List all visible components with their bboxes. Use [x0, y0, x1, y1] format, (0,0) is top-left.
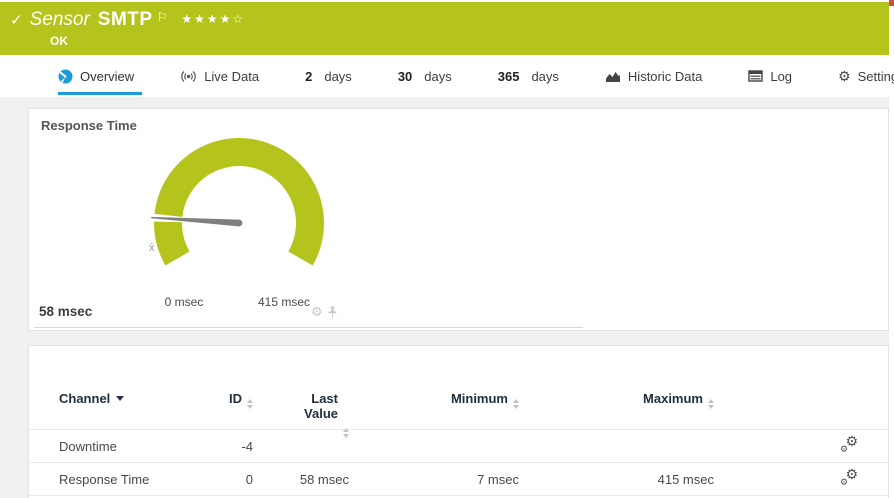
column-label: Maximum: [643, 391, 703, 406]
tab-label: Log: [770, 69, 792, 84]
ok-check-icon: ✓: [10, 11, 23, 29]
tab-label: Historic Data: [628, 69, 702, 84]
gauge-current-value: 58 msec: [39, 304, 92, 319]
sensor-status-header: ✓ Sensor SMTP ⚐ ★★★★☆ OK: [0, 2, 889, 55]
pin-icon[interactable]: [328, 306, 337, 318]
tab-day-count: 365: [498, 69, 520, 84]
tab-day-count: 30: [398, 69, 412, 84]
column-header-minimum[interactable]: Minimum: [349, 391, 519, 409]
tab-30-days[interactable]: 30 days: [398, 55, 452, 97]
table-row-downtime[interactable]: Downtime -4 ⚙ ⚙: [29, 430, 888, 463]
tab-label: days: [531, 69, 558, 84]
tab-overview[interactable]: Overview: [58, 55, 134, 97]
sensor-type-label: Sensor: [30, 9, 90, 31]
tab-label: Settings: [858, 69, 894, 84]
sensor-name: SMTP: [98, 9, 153, 31]
tab-label: days: [424, 69, 451, 84]
table-row-response-time[interactable]: Response Time 0 58 msec 7 msec 415 msec …: [29, 463, 888, 496]
tab-historic-data[interactable]: Historic Data: [605, 55, 702, 97]
log-list-icon: [748, 70, 763, 82]
area-chart-icon: [605, 70, 621, 83]
mean-marker: x̄: [149, 242, 155, 254]
gauge-widget-controls: ⚙: [311, 305, 337, 318]
prtg-sensor-page: ✓ Sensor SMTP ⚐ ★★★★☆ OK Overview: [0, 0, 894, 498]
gauge-icon: [58, 69, 73, 84]
channels-table-panel: Channel ID Last Value Minimum Maximum Do…: [28, 345, 889, 498]
channel-settings-gears-icon[interactable]: ⚙ ⚙: [840, 470, 858, 485]
channel-name[interactable]: Response Time: [59, 472, 199, 487]
tab-label: Overview: [80, 69, 134, 84]
tab-live-data[interactable]: Live Data: [180, 55, 259, 97]
widget-settings-gear-icon[interactable]: ⚙: [311, 305, 323, 318]
channel-id: -4: [199, 439, 253, 454]
column-label: ID: [229, 391, 242, 406]
tab-365-days[interactable]: 365 days: [498, 55, 559, 97]
channel-maximum: 415 msec: [519, 472, 714, 487]
chevron-down-icon: [116, 396, 124, 401]
response-time-gauge-panel: Response Time x̄ 0 msec 415 msec 58 msec…: [28, 108, 889, 331]
gear-icon: ⚙: [840, 445, 848, 454]
column-header-id[interactable]: ID: [199, 391, 253, 409]
tab-log[interactable]: Log: [748, 55, 792, 97]
priority-flag-icon[interactable]: ⚐: [157, 10, 168, 24]
channel-settings-gears-icon[interactable]: ⚙ ⚙: [840, 437, 858, 452]
gauge-max-label: 415 msec: [249, 295, 319, 309]
content-area: Response Time x̄ 0 msec 415 msec 58 msec…: [0, 97, 889, 498]
priority-stars[interactable]: ★★★★☆: [181, 12, 245, 26]
tab-bar: Overview Live Data 2 days 30 days 365: [0, 55, 889, 97]
response-time-gauge: [114, 123, 364, 303]
column-header-maximum[interactable]: Maximum: [519, 391, 714, 409]
settings-gear-icon: ⚙: [838, 69, 851, 83]
tab-2-days[interactable]: 2 days: [305, 55, 352, 97]
column-label: Channel: [59, 391, 110, 406]
column-header-last-value[interactable]: Last Value: [253, 391, 349, 438]
column-header-channel[interactable]: Channel: [59, 391, 199, 406]
clipped-corner-artifact: [889, 0, 894, 6]
tab-label: Live Data: [204, 69, 259, 84]
channel-id: 0: [199, 472, 253, 487]
tab-label: days: [324, 69, 351, 84]
table-header-row: Channel ID Last Value Minimum Maximum: [29, 346, 888, 430]
gauge-min-label: 0 msec: [149, 295, 219, 309]
column-label: Minimum: [451, 391, 508, 406]
status-badge: OK: [50, 34, 889, 48]
sort-icon[interactable]: [708, 399, 714, 409]
channel-name[interactable]: Downtime: [59, 439, 199, 454]
column-label: Last Value: [296, 391, 338, 421]
tab-day-count: 2: [305, 69, 312, 84]
gear-icon: ⚙: [840, 478, 848, 487]
live-broadcast-icon: [180, 70, 197, 83]
channel-minimum: 7 msec: [349, 472, 519, 487]
gauge-arc-segment: [154, 222, 190, 266]
sort-icon[interactable]: [343, 428, 349, 438]
tab-settings[interactable]: ⚙ Settings: [838, 55, 894, 97]
channel-last-value: 58 msec: [253, 472, 349, 487]
